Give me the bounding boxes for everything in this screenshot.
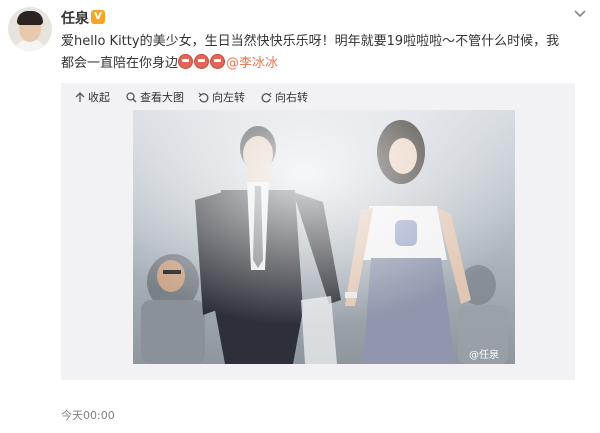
collapse-button[interactable]: 收起	[75, 89, 110, 105]
chevron-down-icon[interactable]	[572, 6, 588, 22]
view-large-label: 查看大图	[140, 91, 184, 104]
rotate-left-label: 向左转	[212, 91, 245, 104]
photo-image	[133, 110, 515, 364]
media-box: 收起 查看大图 向左转 向右转 @任泉	[61, 83, 575, 380]
collapse-icon	[75, 91, 85, 102]
post-timestamp[interactable]: 今天00:00	[61, 407, 115, 423]
avatar-hair	[17, 11, 43, 25]
emoji-icon	[210, 54, 226, 69]
mention-link[interactable]: @李冰冰	[226, 56, 278, 71]
photo-watermark: @任泉	[469, 350, 499, 361]
rotate-right-icon	[261, 92, 272, 102]
emoji-icon	[194, 54, 210, 69]
rotate-right-button[interactable]: 向右转	[261, 89, 308, 105]
rotate-right-label: 向右转	[275, 91, 308, 104]
author-name[interactable]: 任泉	[61, 8, 89, 28]
magnifier-icon	[126, 91, 137, 102]
emoji-icon	[178, 54, 194, 69]
rotate-left-icon	[198, 92, 209, 102]
post-text: 爱hello Kitty的美少女，生日当然快快乐乐呀！明年就要19啦啦啦～不管什…	[61, 31, 571, 75]
post-body: 爱hello Kitty的美少女，生日当然快快乐乐呀！明年就要19啦啦啦～不管什…	[61, 34, 560, 71]
verified-badge-icon: V	[91, 10, 105, 24]
view-large-button[interactable]: 查看大图	[126, 89, 184, 105]
collapse-label: 收起	[88, 91, 110, 104]
author-avatar[interactable]	[8, 7, 52, 51]
weibo-post-card: 任泉 V 爱hello Kitty的美少女，生日当然快快乐乐呀！明年就要19啦啦…	[0, 0, 600, 433]
rotate-left-button[interactable]: 向左转	[198, 89, 245, 105]
post-photo[interactable]: @任泉	[133, 110, 515, 364]
